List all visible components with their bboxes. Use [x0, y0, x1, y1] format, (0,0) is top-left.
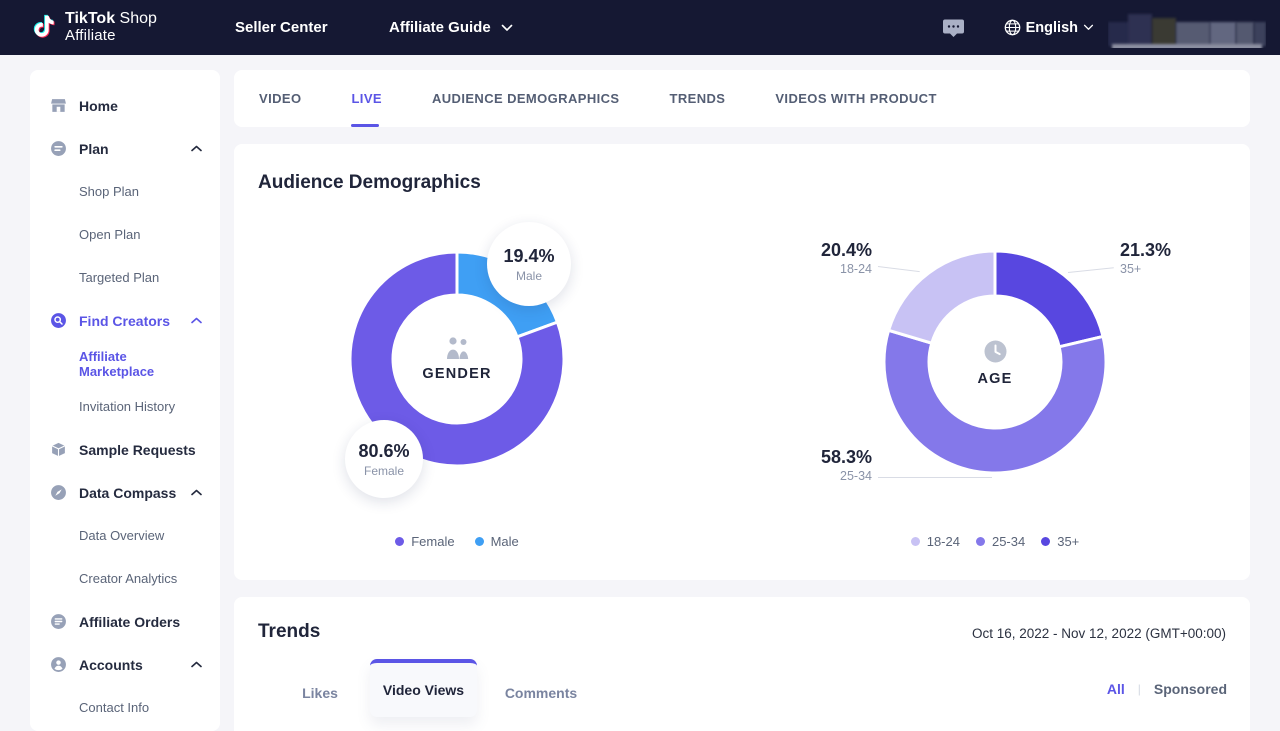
top-navbar: TikTok Shop Affiliate Seller Center Affi… — [0, 0, 1280, 55]
tab-live[interactable]: LIVE — [351, 70, 382, 127]
male-percentage-badge: 19.4% Male — [487, 222, 571, 306]
brand-tiktok: TikTok — [65, 10, 115, 27]
filter-divider: | — [1138, 682, 1141, 696]
trends-title: Trends — [258, 621, 320, 643]
trends-filters: All | Sponsored — [1107, 681, 1227, 697]
affiliate-guide-link[interactable]: Affiliate Guide — [389, 0, 513, 55]
sidebar-item-accounts[interactable]: Accounts — [30, 643, 220, 686]
audience-demographics-card: Audience Demographics GENDER 19.4% Male … — [234, 144, 1250, 580]
brand-text: TikTok Shop Affiliate — [65, 11, 157, 44]
chevron-up-icon — [191, 661, 202, 668]
home-icon — [50, 97, 67, 114]
sidebar-item-plan[interactable]: Plan — [30, 127, 220, 170]
sidebar-item-contact-info[interactable]: Contact Info — [30, 686, 220, 729]
trends-card: Trends Oct 16, 2022 - Nov 12, 2022 (GMT+… — [234, 597, 1250, 731]
tab-videos-with-product[interactable]: VIDEOS WITH PRODUCT — [775, 70, 936, 127]
trends-tab-comments[interactable]: Comments — [496, 685, 586, 701]
navbar-right: English — [943, 0, 1280, 55]
sidebar-item-sample-requests[interactable]: Sample Requests — [30, 428, 220, 471]
age-35plus-label: 21.3% 35+ — [1120, 240, 1171, 276]
sidebar: Home Plan Shop Plan Open Plan Targeted P… — [30, 70, 220, 731]
chevron-up-icon — [191, 145, 202, 152]
seller-center-link[interactable]: Seller Center — [235, 0, 328, 55]
sidebar-item-shop-plan[interactable]: Shop Plan — [30, 170, 220, 213]
data-compass-icon — [50, 484, 67, 501]
legend-dot — [1041, 537, 1050, 546]
sidebar-item-open-plan[interactable]: Open Plan — [30, 213, 220, 256]
sidebar-item-affiliate-marketplace[interactable]: Affiliate Marketplace — [30, 342, 220, 385]
sidebar-item-targeted-plan[interactable]: Targeted Plan — [30, 256, 220, 299]
chat-bubble-icon — [943, 18, 964, 37]
chevron-down-icon — [501, 24, 513, 32]
audience-demographics-title: Audience Demographics — [258, 172, 481, 194]
age-18-24-label: 20.4% 18-24 — [821, 240, 872, 276]
find-creators-icon — [50, 312, 67, 329]
trends-tab-video-views[interactable]: Video Views — [370, 659, 477, 717]
sidebar-item-home[interactable]: Home — [30, 84, 220, 127]
donut-segment-35-[interactable] — [995, 251, 1103, 347]
affiliate-orders-icon — [50, 613, 67, 630]
brand-affiliate: Affiliate — [65, 28, 157, 44]
legend-item-35plus[interactable]: 35+ — [1041, 534, 1079, 549]
sidebar-item-data-compass[interactable]: Data Compass — [30, 471, 220, 514]
content-tabs: VIDEO LIVE AUDIENCE DEMOGRAPHICS TRENDS … — [234, 70, 1250, 127]
language-selector[interactable]: English — [1004, 19, 1094, 36]
tab-trends[interactable]: TRENDS — [670, 70, 726, 127]
legend-dot — [976, 537, 985, 546]
female-percentage-badge: 80.6% Female — [345, 420, 423, 498]
leader-line-25-34 — [878, 477, 992, 478]
legend-dot — [475, 537, 484, 546]
legend-item-25-34[interactable]: 25-34 — [976, 534, 1025, 549]
sidebar-item-affiliate-orders[interactable]: Affiliate Orders — [30, 600, 220, 643]
sidebar-item-creator-analytics[interactable]: Creator Analytics — [30, 557, 220, 600]
gender-legend: Female Male — [342, 534, 572, 549]
tiktok-note-icon — [30, 12, 57, 42]
tiktok-shop-logo[interactable]: TikTok Shop Affiliate — [30, 11, 157, 44]
legend-dot — [395, 537, 404, 546]
accounts-icon — [50, 656, 67, 673]
age-25-34-label: 58.3% 25-34 — [821, 447, 872, 483]
active-tab-underline — [351, 124, 379, 127]
globe-icon — [1004, 19, 1021, 36]
age-legend: 18-24 25-34 35+ — [880, 534, 1110, 549]
age-donut-svg[interactable] — [880, 247, 1110, 477]
sidebar-item-invitation-history[interactable]: Invitation History — [30, 385, 220, 428]
sidebar-item-find-creators[interactable]: Find Creators — [30, 299, 220, 342]
legend-item-18-24[interactable]: 18-24 — [911, 534, 960, 549]
affiliate-guide-label: Affiliate Guide — [389, 19, 491, 36]
legend-item-male[interactable]: Male — [475, 534, 519, 549]
legend-dot — [911, 537, 920, 546]
language-label: English — [1026, 20, 1078, 36]
messages-button[interactable] — [943, 18, 964, 37]
chevron-up-icon — [191, 489, 202, 496]
filter-sponsored[interactable]: Sponsored — [1154, 681, 1227, 697]
sidebar-item-data-overview[interactable]: Data Overview — [30, 514, 220, 557]
legend-item-female[interactable]: Female — [395, 534, 454, 549]
user-info-redacted[interactable] — [1108, 8, 1266, 48]
filter-all[interactable]: All — [1107, 681, 1125, 697]
chevron-down-icon — [1083, 24, 1094, 31]
tab-audience-demographics[interactable]: AUDIENCE DEMOGRAPHICS — [432, 70, 620, 127]
page: TikTok Shop Affiliate Seller Center Affi… — [0, 0, 1280, 731]
sample-requests-icon — [50, 441, 67, 458]
date-range[interactable]: Oct 16, 2022 - Nov 12, 2022 (GMT+00:00) — [972, 626, 1226, 641]
plan-icon — [50, 140, 67, 157]
trends-tab-likes[interactable]: Likes — [290, 685, 350, 701]
chevron-up-icon — [191, 317, 202, 324]
tab-video[interactable]: VIDEO — [259, 70, 301, 127]
donut-segment-25-34[interactable] — [884, 330, 1106, 473]
donut-segment-18-24[interactable] — [889, 251, 995, 343]
brand-shop: Shop — [120, 10, 157, 27]
age-donut-chart[interactable]: AGE — [880, 247, 1110, 477]
